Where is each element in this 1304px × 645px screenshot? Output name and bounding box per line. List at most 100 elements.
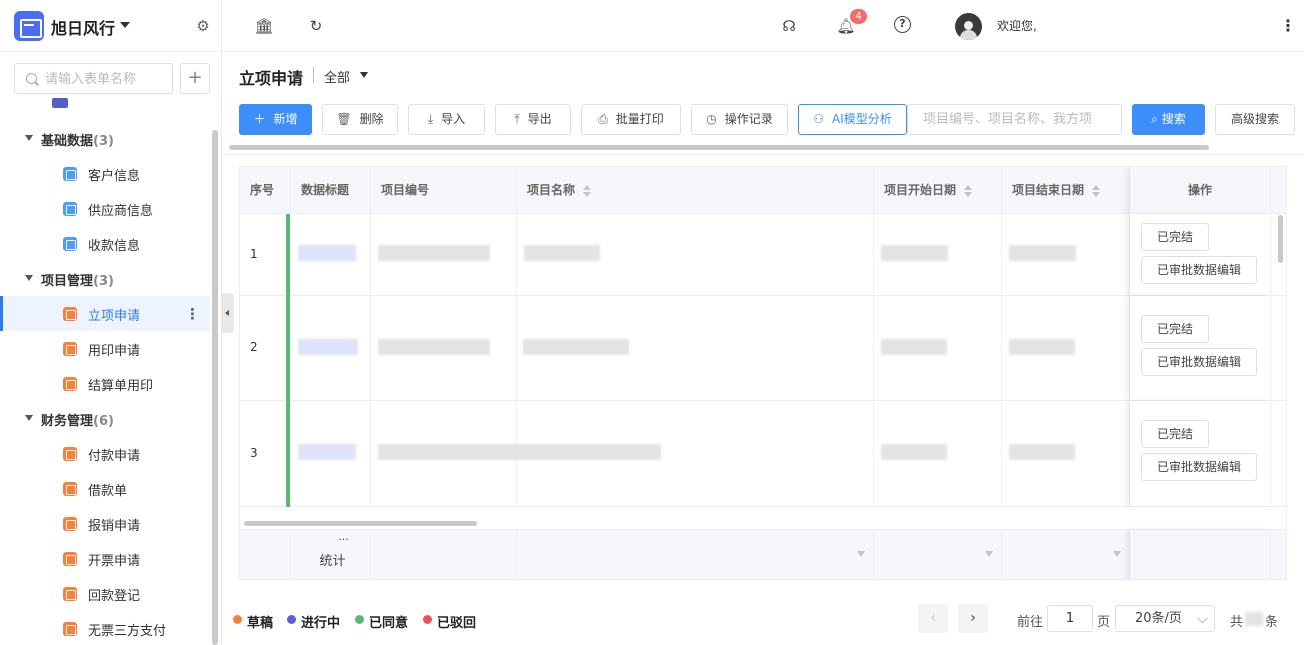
- keyword-search-input[interactable]: [907, 104, 1122, 135]
- more-vertical-icon[interactable]: ⋮: [185, 304, 200, 324]
- redacted-text: [1009, 245, 1076, 261]
- completed-button[interactable]: 已完结: [1141, 315, 1209, 343]
- app-name[interactable]: 旭日风行: [51, 15, 115, 39]
- summary-cell: [1130, 530, 1271, 579]
- table-row[interactable]: 3 已完结 已审批数据编辑: [240, 401, 1286, 507]
- sidebar-item-collection[interactable]: 回款登记: [0, 576, 210, 611]
- redacted-text: [881, 245, 948, 261]
- sidebar-item-payment[interactable]: 付款申请: [0, 436, 210, 471]
- sidebar-item-receipt[interactable]: 收款信息: [0, 226, 210, 261]
- batch-print-button[interactable]: ⎙ 批量打印: [581, 104, 681, 135]
- sidebar-item-seal-request[interactable]: 用印申请: [0, 331, 210, 366]
- completed-button[interactable]: 已完结: [1141, 223, 1209, 251]
- sidebar-item-customer[interactable]: 客户信息: [0, 156, 210, 191]
- export-button-label: 导出: [527, 112, 552, 126]
- status-indicator: [286, 296, 290, 401]
- table-horizontal-scrollbar[interactable]: [244, 521, 477, 526]
- chevron-down-icon[interactable]: [360, 72, 368, 78]
- advanced-search-button[interactable]: 高级搜索: [1215, 104, 1295, 135]
- refresh-icon[interactable]: ↻: [306, 16, 326, 36]
- list-icon: [63, 517, 77, 531]
- row-index: 1: [240, 214, 291, 295]
- redacted-text: [1009, 444, 1075, 460]
- table-vertical-scrollbar[interactable]: [1278, 215, 1283, 263]
- chevron-down-icon[interactable]: [857, 551, 865, 557]
- sort-icon[interactable]: [1092, 184, 1101, 197]
- sidebar-item-supplier[interactable]: 供应商信息: [0, 191, 210, 226]
- sort-icon[interactable]: [583, 184, 592, 197]
- add-button[interactable]: ＋ 新增: [239, 104, 312, 135]
- sidebar-item-label: 回款登记: [88, 589, 141, 604]
- add-form-button[interactable]: +: [180, 63, 210, 94]
- sidebar-item-third-party-pay[interactable]: 无票三方支付: [0, 611, 210, 645]
- form-icon: [52, 98, 68, 108]
- table-row[interactable]: 2 已完结 已审批数据编辑: [240, 296, 1286, 401]
- sidebar-item-project-approval[interactable]: 立项申请 ⋮: [0, 296, 210, 331]
- divider: [222, 154, 1304, 155]
- chevron-down-icon[interactable]: [1113, 551, 1121, 557]
- ai-analysis-button-label: AI模型分析: [832, 112, 892, 126]
- form-icon: [63, 167, 77, 181]
- redacted-text: [524, 245, 600, 261]
- edit-approved-button[interactable]: 已审批数据编辑: [1141, 348, 1257, 376]
- goto-page-input[interactable]: 1: [1047, 605, 1093, 632]
- help-icon[interactable]: ?: [894, 16, 911, 33]
- plus-icon: ＋: [253, 112, 266, 126]
- form-search-box[interactable]: [14, 63, 173, 94]
- prev-page-button[interactable]: ‹: [918, 604, 948, 633]
- operation-log-button[interactable]: ◷ 操作记录: [691, 104, 788, 135]
- edit-approved-button[interactable]: 已审批数据编辑: [1141, 256, 1257, 284]
- app-root: 旭日风行 ⚙ + 基础数据(3) 客户信息 供应商信息: [0, 0, 1304, 645]
- sidebar-item-label: 立项申请: [88, 309, 141, 324]
- legend-rejected: 已驳回: [437, 616, 477, 631]
- sidebar-collapse-toggle[interactable]: [222, 293, 234, 333]
- sidebar-item-loan[interactable]: 借款单: [0, 471, 210, 506]
- upload-icon: ⤒: [514, 112, 520, 126]
- chevron-down-icon[interactable]: [985, 551, 993, 557]
- group-finance-mgmt[interactable]: 财务管理(6): [0, 401, 210, 436]
- search-button[interactable]: ⌕ 搜索: [1132, 104, 1205, 135]
- bank-icon[interactable]: 🏛: [254, 16, 274, 36]
- col-title: 数据标题: [291, 167, 371, 214]
- table-row[interactable]: 1 已完结 已审批数据编辑: [240, 214, 1286, 296]
- next-page-button[interactable]: ›: [958, 604, 988, 633]
- group-basic-data[interactable]: 基础数据(3): [0, 121, 210, 156]
- col-end-date[interactable]: 项目结束日期: [1002, 167, 1130, 214]
- sidebar-item-expense[interactable]: 报销申请: [0, 506, 210, 541]
- sidebar-item-invoice[interactable]: 开票申请: [0, 541, 210, 576]
- import-button[interactable]: ⤓ 导入: [408, 104, 485, 135]
- download-icon: ⤓: [427, 112, 434, 126]
- sort-icon[interactable]: [964, 184, 973, 197]
- summary-cell[interactable]: [1002, 530, 1130, 579]
- page-size-select[interactable]: 20条/页: [1115, 605, 1215, 632]
- sidebar-scrollbar[interactable]: [212, 130, 218, 645]
- ai-analysis-button[interactable]: ⚇ AI模型分析: [798, 104, 907, 135]
- col-project-name[interactable]: 项目名称: [517, 167, 874, 214]
- headset-icon[interactable]: ☊: [779, 16, 799, 36]
- summary-cell[interactable]: [874, 530, 1002, 579]
- cell-start-date: [874, 401, 1002, 506]
- completed-button[interactable]: 已完结: [1141, 420, 1209, 448]
- top-bar: 🏛 ↻ ☊ 🔔︎ 4 ? 欢迎您, ⋮: [222, 0, 1304, 52]
- page-title: 立项申请: [239, 69, 304, 88]
- toolbar-scrollbar[interactable]: [229, 145, 1209, 150]
- avatar[interactable]: [955, 13, 982, 40]
- more-menu-icon[interactable]: ⋮: [1280, 16, 1296, 36]
- group-project-mgmt[interactable]: 项目管理(3): [0, 261, 210, 296]
- active-indicator: [0, 296, 3, 331]
- trash-icon: 🗑︎: [336, 112, 352, 126]
- view-filter-select[interactable]: 全部: [324, 67, 350, 86]
- redacted-text: [298, 339, 358, 355]
- delete-button[interactable]: 🗑︎ 删除: [322, 104, 398, 135]
- sidebar-item-settlement-seal[interactable]: 结算单用印: [0, 366, 210, 401]
- col-start-date[interactable]: 项目开始日期: [874, 167, 1002, 214]
- cell-project-name: [517, 296, 874, 400]
- summary-row: ... 统计: [240, 529, 1286, 579]
- gear-icon[interactable]: ⚙: [194, 17, 212, 35]
- export-button[interactable]: ⤒ 导出: [495, 104, 571, 135]
- summary-cell[interactable]: [517, 530, 874, 579]
- edit-approved-button[interactable]: 已审批数据编辑: [1141, 453, 1257, 481]
- summary-cell: [371, 530, 517, 579]
- form-search-input[interactable]: [45, 69, 169, 89]
- app-switch-caret-icon[interactable]: [120, 22, 130, 28]
